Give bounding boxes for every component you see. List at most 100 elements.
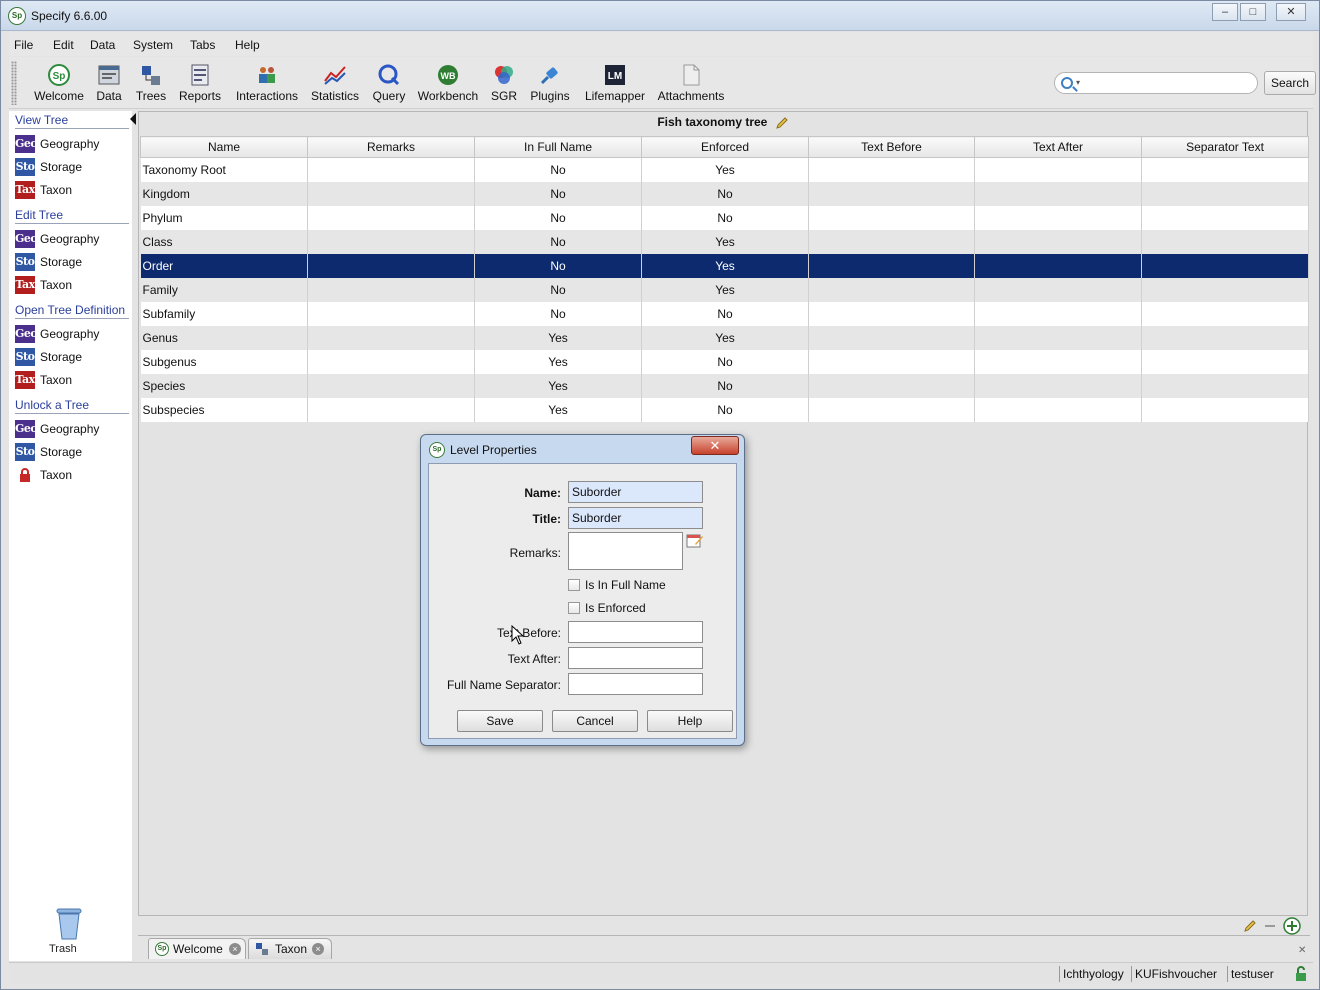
table-cell[interactable] bbox=[974, 325, 1142, 350]
trash-can-icon[interactable] bbox=[55, 907, 83, 941]
table-cell[interactable] bbox=[307, 349, 475, 374]
full-name-separator-field[interactable] bbox=[568, 673, 703, 695]
table-cell[interactable] bbox=[307, 397, 475, 422]
welcome-button[interactable]: Sp Welcome bbox=[29, 61, 89, 105]
table-cell[interactable]: No bbox=[641, 397, 809, 422]
interactions-button[interactable]: Interactions bbox=[231, 61, 303, 105]
is-enforced-checkbox[interactable] bbox=[568, 602, 580, 614]
menu-tabs[interactable]: Tabs bbox=[190, 38, 215, 52]
table-cell[interactable]: Yes bbox=[474, 373, 642, 398]
help-button[interactable]: Help bbox=[647, 710, 733, 732]
tab-welcome[interactable]: Sp Welcome × bbox=[148, 938, 246, 959]
menu-file[interactable]: File bbox=[14, 38, 33, 52]
table-cell[interactable]: Yes bbox=[474, 397, 642, 422]
table-cell[interactable]: Genus bbox=[140, 325, 308, 350]
table-cell[interactable]: No bbox=[474, 205, 642, 230]
table-row[interactable]: Subfamily No No bbox=[140, 301, 1309, 326]
table-cell[interactable]: No bbox=[641, 205, 809, 230]
table-cell[interactable]: Class bbox=[140, 229, 308, 254]
tab-taxon[interactable]: Taxon × bbox=[248, 938, 332, 959]
close-tab-icon[interactable]: × bbox=[312, 943, 324, 955]
table-cell[interactable]: Species bbox=[140, 373, 308, 398]
table-cell[interactable]: No bbox=[474, 157, 642, 182]
table-cell[interactable] bbox=[307, 253, 475, 278]
sidebar-collapse-arrow-icon[interactable] bbox=[130, 113, 136, 125]
table-cell[interactable] bbox=[307, 157, 475, 182]
table-cell[interactable] bbox=[307, 301, 475, 326]
table-cell[interactable] bbox=[808, 349, 975, 374]
column-header[interactable]: Text Before bbox=[808, 136, 975, 158]
table-cell[interactable]: Yes bbox=[641, 229, 809, 254]
title-field[interactable]: Suborder bbox=[568, 507, 703, 529]
maximize-button[interactable]: □ bbox=[1240, 3, 1266, 21]
search-input[interactable]: ▾ bbox=[1054, 72, 1258, 94]
menu-help[interactable]: Help bbox=[235, 38, 260, 52]
unlocked-lock-icon[interactable] bbox=[1294, 966, 1308, 981]
minimize-button[interactable]: – bbox=[1212, 3, 1238, 21]
column-header[interactable]: Text After bbox=[974, 136, 1142, 158]
table-cell[interactable]: Family bbox=[140, 277, 308, 302]
lifemapper-button[interactable]: LM Lifemapper bbox=[581, 61, 649, 105]
menu-system[interactable]: System bbox=[133, 38, 173, 52]
table-row[interactable]: Genus Yes Yes bbox=[140, 325, 1309, 350]
pencil-edit-icon[interactable] bbox=[775, 117, 789, 129]
toolbar-grip[interactable] bbox=[11, 61, 17, 105]
menu-data[interactable]: Data bbox=[90, 38, 115, 52]
close-tab-icon[interactable]: × bbox=[229, 943, 241, 955]
table-cell[interactable]: Yes bbox=[474, 349, 642, 374]
sidebar-section-edit-tree[interactable]: Edit Tree bbox=[15, 208, 129, 224]
table-cell[interactable] bbox=[974, 277, 1142, 302]
menu-edit[interactable]: Edit bbox=[53, 38, 74, 52]
table-cell[interactable]: No bbox=[641, 373, 809, 398]
table-row[interactable]: Kingdom No No bbox=[140, 181, 1309, 206]
table-cell[interactable] bbox=[808, 253, 975, 278]
sidebar-section-view-tree[interactable]: View Tree bbox=[15, 113, 129, 129]
table-cell[interactable] bbox=[808, 301, 975, 326]
sidebar-section-open-tree-definition[interactable]: Open Tree Definition bbox=[15, 303, 129, 319]
table-cell[interactable] bbox=[808, 325, 975, 350]
is-in-full-name-checkbox[interactable] bbox=[568, 579, 580, 591]
save-button[interactable]: Save bbox=[457, 710, 543, 732]
cancel-button[interactable]: Cancel bbox=[552, 710, 638, 732]
statistics-button[interactable]: Statistics bbox=[307, 61, 363, 105]
close-panel-icon[interactable]: ✕ bbox=[1298, 945, 1306, 956]
column-header[interactable]: Remarks bbox=[307, 136, 475, 158]
close-window-button[interactable]: ✕ bbox=[1276, 3, 1306, 21]
calendar-edit-icon[interactable] bbox=[686, 532, 704, 548]
table-cell[interactable]: Taxonomy Root bbox=[140, 157, 308, 182]
sgr-button[interactable]: SGR bbox=[487, 61, 521, 105]
query-button[interactable]: Query bbox=[369, 61, 409, 105]
table-cell[interactable] bbox=[1141, 349, 1309, 374]
table-cell[interactable] bbox=[974, 181, 1142, 206]
table-cell[interactable]: No bbox=[474, 277, 642, 302]
table-cell[interactable] bbox=[1141, 181, 1309, 206]
table-cell[interactable] bbox=[808, 205, 975, 230]
table-cell[interactable] bbox=[1141, 325, 1309, 350]
data-button[interactable]: Data bbox=[93, 61, 125, 105]
table-row[interactable]: Phylum No No bbox=[140, 205, 1309, 230]
table-cell[interactable]: No bbox=[474, 253, 642, 278]
table-cell[interactable] bbox=[307, 325, 475, 350]
table-row[interactable]: Species Yes No bbox=[140, 373, 1309, 398]
table-cell[interactable]: Kingdom bbox=[140, 181, 308, 206]
table-cell[interactable]: No bbox=[474, 181, 642, 206]
column-header[interactable]: Enforced bbox=[641, 136, 809, 158]
name-field[interactable]: Suborder bbox=[568, 481, 703, 503]
edit-pencil-icon[interactable] bbox=[1243, 919, 1257, 933]
text-after-field[interactable] bbox=[568, 647, 703, 669]
table-cell[interactable] bbox=[808, 277, 975, 302]
dialog-close-button[interactable]: ✕ bbox=[691, 436, 739, 455]
table-cell[interactable]: No bbox=[641, 349, 809, 374]
table-cell[interactable]: Order bbox=[140, 253, 308, 278]
table-cell[interactable] bbox=[1141, 157, 1309, 182]
table-cell[interactable] bbox=[307, 205, 475, 230]
table-cell[interactable] bbox=[974, 397, 1142, 422]
table-cell[interactable]: Yes bbox=[474, 325, 642, 350]
table-cell[interactable] bbox=[808, 181, 975, 206]
table-cell[interactable] bbox=[1141, 373, 1309, 398]
table-cell[interactable]: Yes bbox=[641, 253, 809, 278]
table-cell[interactable]: Subspecies bbox=[140, 397, 308, 422]
search-button[interactable]: Search bbox=[1264, 71, 1316, 95]
table-cell[interactable] bbox=[307, 277, 475, 302]
table-cell[interactable] bbox=[1141, 205, 1309, 230]
